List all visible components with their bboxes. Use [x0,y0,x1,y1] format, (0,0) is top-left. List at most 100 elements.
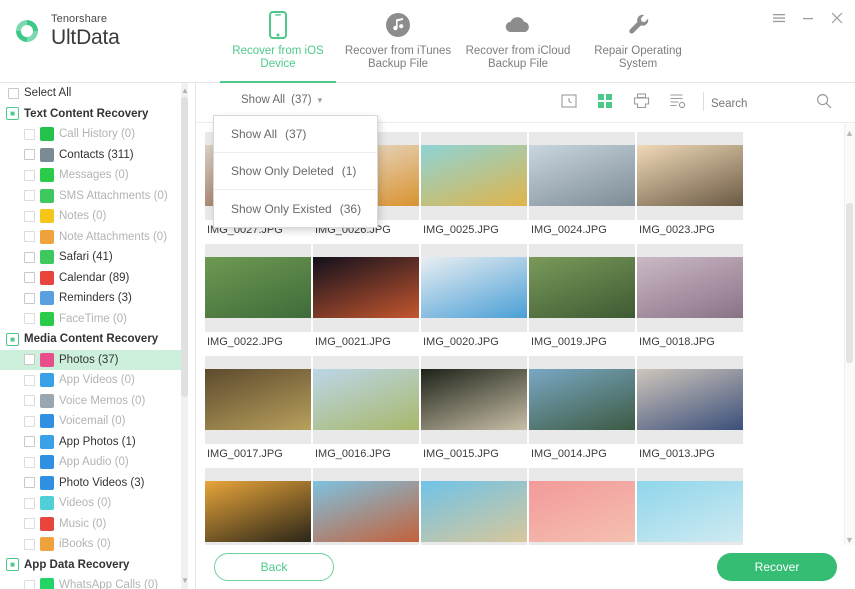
sidebar-item-checkbox[interactable] [24,354,35,366]
search-box[interactable] [711,93,841,114]
photo-thumbnail[interactable] [529,468,635,549]
photo-cell[interactable]: IMG_0011.JPG [313,468,419,549]
tab-recover-from-icloud-backup[interactable]: Recover from iCloud Backup File [458,0,578,83]
photo-thumbnail[interactable] [637,244,743,332]
tab-repair-operating-system[interactable]: Repair Operating System [578,0,698,83]
print-icon[interactable] [631,91,651,111]
sidebar-item-0-3[interactable]: SMS Attachments (0) [0,186,182,207]
dropdown-item-1[interactable]: Show Only Deleted (1) [214,153,377,190]
photo-cell[interactable]: IMG_0024.JPG [529,132,635,236]
photo-thumbnail[interactable] [421,244,527,332]
sidebar-scroll-up-arrow[interactable]: ▲ [181,85,189,97]
back-button[interactable]: Back [214,553,334,581]
photo-cell[interactable]: IMG_0023.JPG [637,132,743,236]
photo-cell[interactable]: IMG_0025.JPG [421,132,527,236]
sidebar-item-1-4[interactable]: App Photos (1) [0,432,182,453]
sidebar-item-checkbox[interactable] [24,251,35,263]
sidebar-scroll-down-arrow[interactable]: ▼ [181,575,189,587]
sidebar-scrollbar-thumb[interactable] [181,97,188,397]
grid-view-icon[interactable] [595,91,615,111]
sidebar-item-1-1[interactable]: App Videos (0) [0,370,182,391]
sidebar-item-1-6[interactable]: Photo Videos (3) [0,473,182,494]
photo-cell[interactable] [529,468,635,549]
photo-cell[interactable]: IMG_0020.JPG [421,244,527,348]
search-input[interactable] [711,97,816,110]
dropdown-item-2[interactable]: Show Only Existed (36) [214,190,377,227]
sidebar-group-2[interactable]: ■ App Data Recovery [0,555,182,576]
sidebar-item-0-7[interactable]: Calendar (89) [0,268,182,289]
photo-thumbnail[interactable] [205,356,311,444]
sidebar-item-1-0[interactable]: Photos (37) [0,349,182,370]
sidebar-select-all[interactable]: Select All [0,83,182,104]
sidebar-item-checkbox[interactable] [24,149,35,161]
grid-scroll-up-arrow[interactable]: ▲ [845,126,854,140]
photo-cell[interactable]: IMG_0019.JPG [529,244,635,348]
sidebar-item-checkbox[interactable] [24,415,35,427]
sidebar-item-checkbox[interactable] [24,272,35,284]
sidebar-item-checkbox[interactable] [24,313,35,325]
sidebar-item-1-3[interactable]: Voicemail (0) [0,411,182,432]
photo-thumbnail[interactable] [421,132,527,220]
hamburger-menu-icon[interactable] [771,10,787,26]
photo-thumbnail[interactable] [421,468,527,549]
sidebar-item-checkbox[interactable] [24,579,35,589]
grid-scrollbar-thumb[interactable] [846,203,853,363]
sidebar-item-checkbox[interactable] [24,190,35,202]
sidebar-item-checkbox[interactable] [24,210,35,222]
photo-cell[interactable]: IMG_0016.JPG [313,356,419,460]
photo-cell[interactable]: IMG_0010.JPG [421,468,527,549]
sidebar-item-checkbox[interactable] [24,395,35,407]
tab-recover-from-ios-device[interactable]: Recover from iOS Device [218,0,338,83]
photo-thumbnail[interactable] [205,468,311,549]
photo-thumbnail[interactable] [313,356,419,444]
photo-cell[interactable]: IMG_0014.JPG [529,356,635,460]
sidebar-item-0-4[interactable]: Notes (0) [0,206,182,227]
sidebar-item-0-8[interactable]: Reminders (3) [0,288,182,309]
select-all-checkbox[interactable] [8,87,19,99]
sidebar-item-checkbox[interactable] [24,128,35,140]
sidebar-item-0-0[interactable]: Call History (0) [0,124,182,145]
photo-thumbnail[interactable] [205,244,311,332]
photo-thumbnail[interactable] [637,132,743,220]
photo-thumbnail[interactable] [637,356,743,444]
photo-cell[interactable]: IMG_0017.JPG [205,356,311,460]
sidebar-item-checkbox[interactable] [24,436,35,448]
photo-thumbnail[interactable] [313,244,419,332]
sidebar-item-checkbox[interactable] [24,169,35,181]
sidebar-item-0-9[interactable]: FaceTime (0) [0,309,182,330]
sidebar-item-checkbox[interactable] [24,231,35,243]
photo-thumbnail[interactable] [421,356,527,444]
photo-cell[interactable]: IMG_0018.JPG [637,244,743,348]
sidebar-item-checkbox[interactable] [24,497,35,509]
sidebar-item-0-6[interactable]: Safari (41) [0,247,182,268]
sidebar-item-1-7[interactable]: Videos (0) [0,493,182,514]
sidebar-item-checkbox[interactable] [24,292,35,304]
sidebar-item-2-0[interactable]: WhatsApp Calls (0) [0,575,182,589]
sidebar-item-checkbox[interactable] [24,518,35,530]
sidebar-item-1-2[interactable]: Voice Memos (0) [0,391,182,412]
photo-thumbnail[interactable] [637,468,743,549]
photo-cell[interactable] [637,468,743,549]
sidebar-item-0-1[interactable]: Contacts (311) [0,145,182,166]
photo-cell[interactable]: IMG_0013.JPG [637,356,743,460]
photo-cell[interactable]: IMG_0021.JPG [313,244,419,348]
list-settings-icon[interactable] [667,91,687,111]
photo-cell[interactable]: IMG_0012.JPG [205,468,311,549]
sidebar-item-checkbox[interactable] [24,456,35,468]
sidebar-item-checkbox[interactable] [24,538,35,550]
filter-dropdown-trigger[interactable]: Show All (37) ▾ [241,94,322,106]
sidebar-item-checkbox[interactable] [24,374,35,386]
tab-recover-from-itunes-backup[interactable]: Recover from iTunes Backup File [338,0,458,83]
sidebar-item-checkbox[interactable] [24,477,35,489]
sidebar-group-1[interactable]: ■ Media Content Recovery [0,329,182,350]
sidebar-item-0-2[interactable]: Messages (0) [0,165,182,186]
minimize-icon[interactable] [800,10,816,26]
recover-button[interactable]: Recover [717,553,837,581]
photo-thumbnail[interactable] [529,132,635,220]
photo-cell[interactable]: IMG_0022.JPG [205,244,311,348]
photo-thumbnail[interactable] [529,356,635,444]
photo-thumbnail[interactable] [313,468,419,549]
sidebar-item-1-9[interactable]: iBooks (0) [0,534,182,555]
photo-thumbnail[interactable] [529,244,635,332]
clock-history-icon[interactable] [559,91,579,111]
